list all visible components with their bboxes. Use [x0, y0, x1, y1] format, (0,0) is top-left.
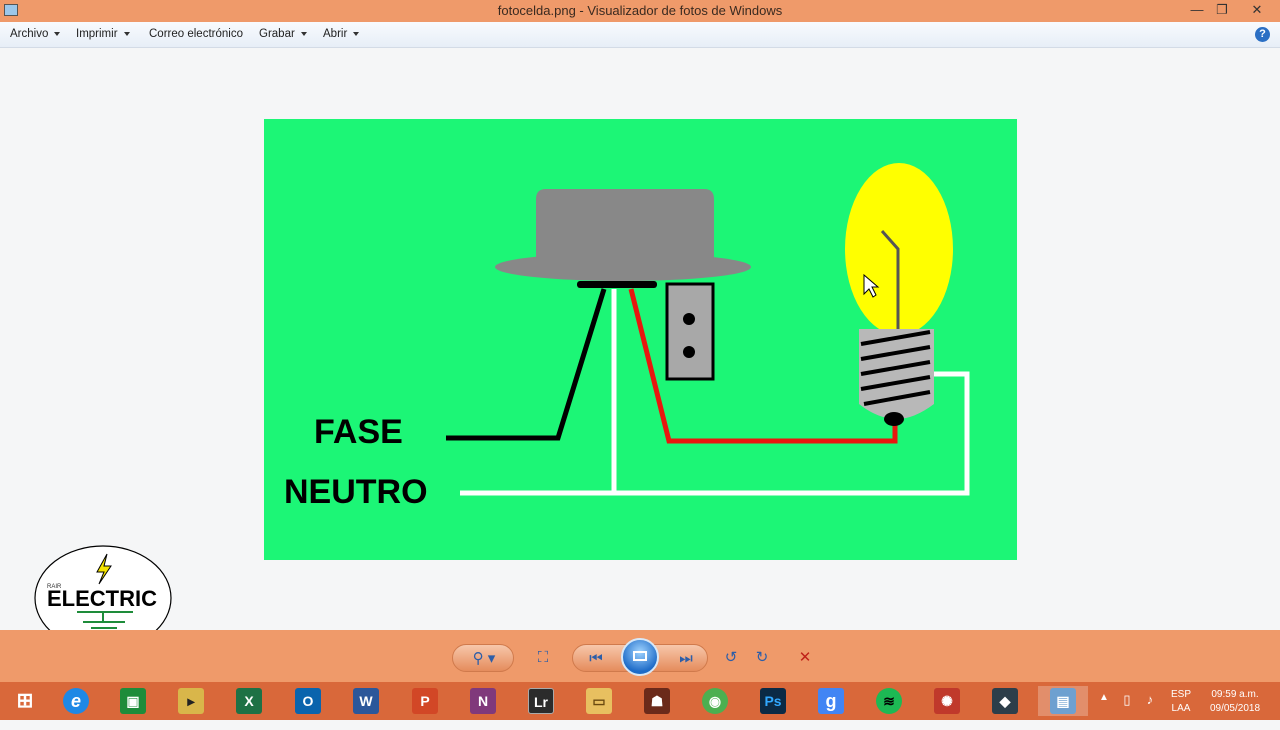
- taskbar-store[interactable]: ▣: [108, 686, 158, 716]
- displayed-photo: FASE NEUTRO: [264, 119, 1017, 560]
- minimize-button[interactable]: —: [1183, 0, 1211, 20]
- taskbar-game[interactable]: ☗: [632, 686, 682, 716]
- taskbar: ⊞ e ▣ ▸ X O W P N Lr ▭ ☗ ◉ Ps g ≋ ✺ ◆ ▤: [0, 682, 1280, 720]
- actual-size-icon[interactable]: ⛶: [530, 644, 556, 672]
- slideshow-icon[interactable]: [621, 638, 659, 676]
- taskbar-onenote[interactable]: N: [458, 686, 508, 716]
- zoom-group: ⚲ ▾: [452, 644, 514, 672]
- taskbar-internet-explorer[interactable]: e: [51, 686, 101, 716]
- taskbar-labview[interactable]: ▸: [166, 686, 216, 716]
- cade-simu-icon: ✺: [934, 688, 960, 714]
- taskbar-chrome[interactable]: ◉: [690, 686, 740, 716]
- menu-archivo[interactable]: Archivo: [10, 28, 61, 40]
- previous-icon[interactable]: ⏮: [581, 645, 611, 673]
- menu-abrir[interactable]: Abrir: [323, 28, 360, 40]
- label-fase: FASE: [314, 413, 403, 451]
- socket-pin-bottom: [683, 346, 695, 358]
- clock[interactable]: 09:59 a.m. 09/05/2018: [1202, 688, 1268, 726]
- menu-grabar[interactable]: Grabar: [259, 28, 307, 40]
- outlook-icon: O: [295, 688, 321, 714]
- delete-icon[interactable]: ✕: [794, 644, 816, 672]
- photocell-dome: [536, 189, 714, 269]
- excel-icon: X: [236, 688, 262, 714]
- spotify-icon: ≋: [876, 688, 902, 714]
- lightroom-icon: Lr: [528, 688, 554, 714]
- taskbar-cade-simu[interactable]: ✺: [922, 686, 972, 716]
- menu-imprimir[interactable]: Imprimir: [76, 28, 130, 40]
- taskbar-excel[interactable]: X: [224, 686, 274, 716]
- taskbar-photoshop[interactable]: Ps: [748, 686, 798, 716]
- clock-date: 09/05/2018: [1209, 703, 1261, 714]
- google-icon: g: [818, 688, 844, 714]
- photocell-socket: [665, 282, 715, 381]
- title-bar: fotocelda.png - Visualizador de fotos de…: [0, 0, 1280, 22]
- taskbar-file-explorer[interactable]: ▭: [574, 686, 624, 716]
- chrome-icon: ◉: [702, 688, 728, 714]
- internet-explorer-icon: e: [63, 688, 89, 714]
- chevron-down-icon: [123, 31, 130, 36]
- restore-button[interactable]: ❐: [1208, 0, 1236, 20]
- next-icon[interactable]: ⏭: [671, 645, 701, 673]
- photocell-base: [577, 281, 657, 288]
- powerpoint-icon: P: [412, 688, 438, 714]
- onenote-icon: N: [470, 688, 496, 714]
- folder-icon: ▭: [586, 688, 612, 714]
- photoshop-icon: Ps: [760, 688, 786, 714]
- socket-pin-top: [683, 313, 695, 325]
- taskbar-google[interactable]: g: [806, 686, 856, 716]
- volume-icon[interactable]: ♪: [1140, 692, 1160, 730]
- rotate-cw-icon[interactable]: ↻: [751, 644, 773, 672]
- taskbar-photo-viewer[interactable]: ▤: [1038, 686, 1088, 716]
- language-indicator[interactable]: ESP LAA: [1166, 688, 1196, 726]
- word-icon: W: [353, 688, 379, 714]
- taskbar-powerpoint[interactable]: P: [400, 686, 450, 716]
- window-title: fotocelda.png - Visualizador de fotos de…: [497, 3, 783, 18]
- rotate-ccw-icon[interactable]: ↺: [720, 644, 742, 672]
- taskbar-lightroom[interactable]: Lr: [516, 686, 566, 716]
- show-hidden-icons-button[interactable]: ▲: [1096, 692, 1112, 730]
- menu-correo[interactable]: Correo electrónico: [149, 28, 243, 40]
- taskbar-outlook[interactable]: O: [283, 686, 333, 716]
- menu-bar: Archivo Imprimir Correo electrónico Grab…: [0, 22, 1280, 48]
- help-icon[interactable]: ?: [1255, 27, 1270, 42]
- chevron-down-icon: [54, 31, 61, 36]
- taskbar-editor[interactable]: ◆: [980, 686, 1030, 716]
- network-icon[interactable]: ▯: [1118, 692, 1136, 730]
- game-icon: ☗: [644, 688, 670, 714]
- windows-logo-icon: ⊞: [16, 690, 34, 712]
- labview-icon: ▸: [178, 688, 204, 714]
- clock-time: 09:59 a.m.: [1211, 689, 1259, 700]
- bulb-contact: [884, 412, 904, 426]
- start-button[interactable]: ⊞: [0, 686, 50, 716]
- zoom-icon[interactable]: ⚲ ▾: [461, 645, 507, 673]
- taskbar-word[interactable]: W: [341, 686, 391, 716]
- taskbar-spotify[interactable]: ≋: [864, 686, 914, 716]
- label-neutro: NEUTRO: [284, 473, 428, 511]
- editor-icon: ◆: [992, 688, 1018, 714]
- close-button[interactable]: ✕: [1240, 0, 1274, 20]
- photo-viewer-icon: ▤: [1050, 688, 1076, 714]
- chevron-down-icon: [353, 31, 360, 36]
- svg-text:ELECTRIC: ELECTRIC: [47, 586, 157, 611]
- store-icon: ▣: [120, 688, 146, 714]
- chevron-down-icon: [300, 31, 307, 36]
